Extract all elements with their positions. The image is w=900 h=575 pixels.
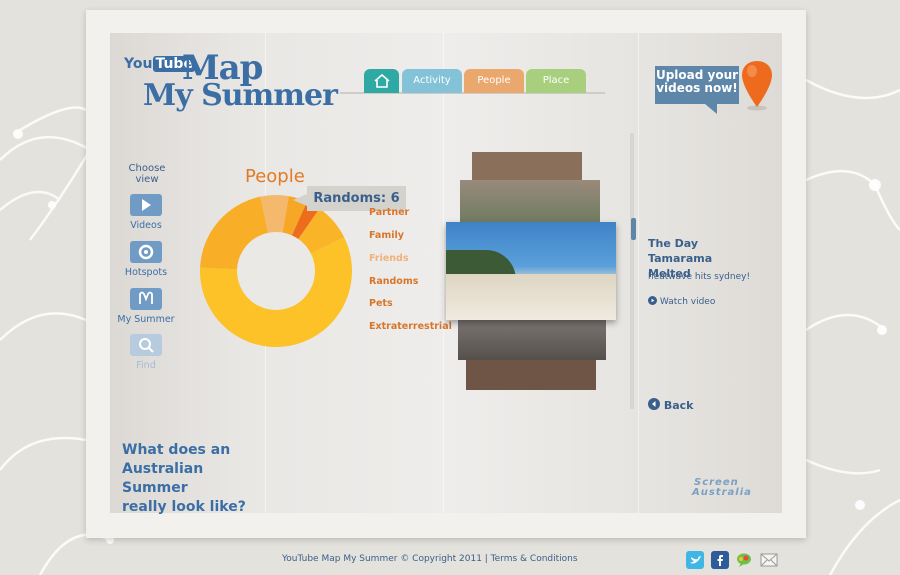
fold-line [443, 33, 444, 513]
tab-activity[interactable]: Activity [402, 69, 462, 93]
hotspots-button[interactable] [130, 241, 162, 263]
facebook-icon[interactable] [711, 551, 729, 569]
chart-title: People [245, 166, 305, 187]
video-thumb-active[interactable] [446, 222, 616, 320]
headline: What does an Australian Summer really lo… [122, 442, 246, 515]
fold-line [638, 33, 639, 513]
upload-line2: videos now! [656, 81, 738, 95]
video-thumb[interactable] [458, 318, 606, 360]
legend-partner[interactable]: Partner [369, 207, 409, 218]
video-thumb[interactable] [466, 360, 596, 390]
map-pin-icon[interactable] [740, 59, 774, 111]
tab-place[interactable]: Place [526, 69, 586, 93]
my-summer-button[interactable] [130, 288, 162, 310]
twitter-icon[interactable] [686, 551, 704, 569]
back-arrow-icon [648, 398, 660, 410]
sidebar-item-my-summer[interactable]: My Summer [106, 314, 186, 325]
people-donut-chart[interactable] [198, 193, 354, 349]
watch-video-link[interactable]: Watch video [648, 296, 715, 307]
upload-videos-button[interactable]: Upload your videos now! [655, 66, 739, 104]
google-buzz-icon[interactable] [735, 551, 753, 569]
upload-callout-tail [705, 104, 717, 114]
legend-extraterrestrial[interactable]: Extraterrestrial [369, 321, 452, 332]
tooltip-tail [293, 194, 307, 206]
play-icon [142, 199, 151, 211]
video-thumb[interactable] [460, 180, 600, 224]
scrollbar-thumb[interactable] [631, 218, 636, 240]
home-icon [373, 73, 390, 88]
legend-friends[interactable]: Friends [369, 253, 408, 264]
legend-randoms[interactable]: Randoms [369, 276, 418, 287]
watch-video-label: Watch video [659, 297, 716, 307]
sidebar-item-find[interactable]: Find [106, 360, 186, 371]
sidebar-item-hotspots[interactable]: Hotspots [106, 267, 186, 278]
screen-australia-logo[interactable]: Screen Australia [692, 478, 752, 498]
target-icon [138, 244, 154, 260]
footer-text: YouTube Map My Summer © Copyright 2011 |… [282, 554, 578, 564]
search-icon [139, 338, 154, 353]
back-link[interactable]: Back [648, 398, 694, 412]
back-label: Back [663, 399, 694, 412]
tab-home[interactable] [364, 69, 399, 93]
donut-hole [238, 233, 314, 309]
videos-button[interactable] [130, 194, 162, 216]
carousel-scrollbar[interactable] [630, 133, 634, 409]
sidebar-item-videos[interactable]: Videos [106, 220, 186, 231]
legend-pets[interactable]: Pets [369, 298, 393, 309]
play-circle-icon [648, 296, 657, 305]
choose-view-label: Choose view [128, 163, 166, 185]
my-summer-icon [139, 291, 153, 304]
tab-people[interactable]: People [464, 69, 524, 93]
find-button[interactable] [130, 334, 162, 356]
logo-summer-text: My Summer [143, 78, 338, 113]
email-icon[interactable] [760, 551, 778, 569]
video-thumb[interactable] [472, 152, 582, 182]
video-subtitle: heatwave hits sydney! [648, 272, 751, 282]
legend-family[interactable]: Family [369, 230, 404, 241]
